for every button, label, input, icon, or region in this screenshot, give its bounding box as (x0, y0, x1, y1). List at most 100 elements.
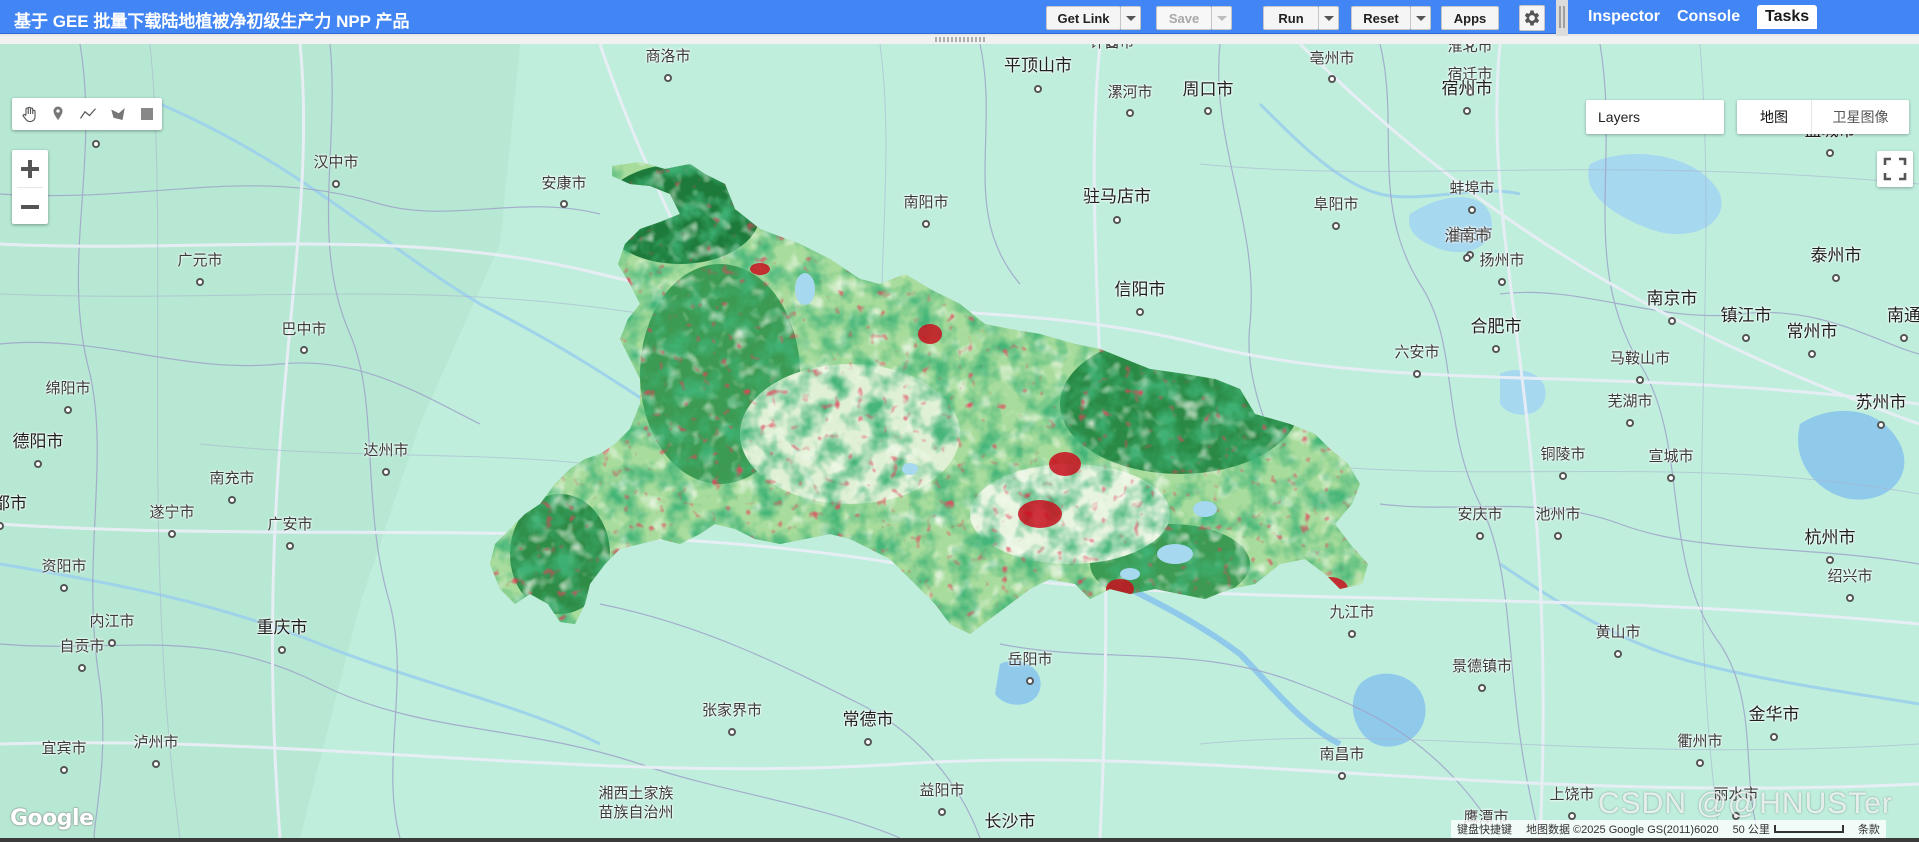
city-marker-icon (1034, 85, 1042, 93)
run-dropdown[interactable] (1319, 6, 1339, 30)
scale-bar (1773, 825, 1844, 833)
city-marker-icon (108, 639, 116, 647)
map-type-satellite[interactable]: 卫星图像 (1811, 100, 1909, 134)
city-marker-icon (1808, 350, 1816, 358)
line-tool[interactable] (73, 99, 103, 129)
polyline-icon (79, 108, 96, 119)
keyboard-shortcuts-link[interactable]: 键盘快捷键 (1457, 821, 1512, 837)
city-marker-icon (1832, 274, 1840, 282)
city-label: 绵阳市 (45, 380, 91, 397)
apps-button[interactable]: Apps (1441, 6, 1499, 30)
plus-icon (21, 159, 39, 178)
city-label: 六安市 (1394, 344, 1440, 361)
scale-control[interactable]: 50 公里 (1733, 821, 1844, 837)
city-label: 汉中市 (313, 154, 359, 171)
city-label: 南京市 (1646, 289, 1698, 308)
reset-button[interactable]: Reset (1351, 6, 1411, 30)
get-link-dropdown[interactable] (1121, 6, 1141, 30)
bottom-bar (0, 838, 1919, 842)
city-label: 安庆市 (1457, 506, 1503, 523)
city-marker-icon (1559, 472, 1567, 480)
city-label: 上饶市 (1549, 786, 1595, 803)
map-canvas[interactable]: 商洛市平顶山市许昌市亳州市淮北市宿迁市漯河市周口市宿州市淮安市盐城市陇南市汉中市… (0, 44, 1919, 838)
city-marker-icon (1478, 684, 1486, 692)
city-label: 阜阳市 (1313, 196, 1359, 213)
script-title: 基于 GEE 批量下载陆地植被净初级生产力 NPP 产品 (14, 12, 410, 31)
chevron-down-icon (1125, 15, 1136, 21)
city-marker-icon (1463, 107, 1471, 115)
city-label: 泰州市 (1810, 246, 1862, 265)
city-marker-icon (1770, 733, 1778, 741)
city-label: 泸州市 (133, 734, 179, 751)
city-label: 铜陵市 (1540, 446, 1586, 463)
city-label: 淮南市 (1444, 228, 1490, 245)
polygon-tool[interactable] (103, 99, 133, 129)
city-label: 绍兴市 (1827, 568, 1873, 585)
pan-tool[interactable] (14, 99, 44, 129)
settings-button[interactable] (1519, 5, 1545, 31)
layers-button[interactable]: Layers (1586, 100, 1724, 134)
city-marker-icon (1413, 370, 1421, 378)
city-marker-icon (1877, 421, 1885, 429)
get-link-button[interactable]: Get Link (1046, 6, 1121, 30)
tab-console[interactable]: Console (1669, 5, 1748, 29)
city-label: 黄山市 (1595, 624, 1641, 641)
city-marker-icon (1204, 107, 1212, 115)
city-marker-icon (196, 278, 204, 286)
city-marker-icon (1328, 75, 1336, 83)
city-label: 平顶山市 (1004, 56, 1072, 75)
tab-inspector[interactable]: Inspector (1580, 5, 1668, 29)
city-label: 都市 (0, 494, 27, 513)
city-label: 广安市 (267, 516, 313, 533)
reset-dropdown[interactable] (1411, 6, 1431, 30)
city-label: 南昌市 (1319, 746, 1365, 763)
city-marker-icon (78, 664, 86, 672)
city-marker-icon (1113, 216, 1121, 224)
city-label: 广元市 (177, 252, 223, 269)
city-label: 巴中市 (281, 321, 327, 338)
city-label: 苏州市 (1855, 393, 1907, 412)
panel-splitter[interactable] (1556, 0, 1568, 36)
city-marker-icon (1554, 532, 1562, 540)
city-marker-icon (1614, 650, 1622, 658)
hand-icon (22, 106, 36, 123)
rectangle-tool[interactable] (132, 99, 162, 129)
city-label: 张家界市 (701, 702, 763, 719)
city-label: 杭州市 (1804, 528, 1856, 547)
splitter-grip-icon[interactable] (935, 37, 985, 42)
save-button[interactable]: Save (1156, 6, 1212, 30)
city-label: 德阳市 (12, 432, 64, 451)
base-map (0, 44, 1919, 838)
city-marker-icon (1667, 474, 1675, 482)
city-label: 自贡市 (59, 638, 105, 655)
city-marker-icon (278, 646, 286, 654)
run-button[interactable]: Run (1263, 6, 1319, 30)
marker-tool[interactable] (44, 99, 74, 129)
terms-link[interactable]: 条款 (1858, 821, 1880, 837)
drawing-tools (12, 98, 162, 130)
city-marker-icon (1668, 317, 1676, 325)
city-label: 遂宁市 (149, 504, 195, 521)
chevron-down-icon (1216, 15, 1227, 21)
city-label: 金华市 (1748, 705, 1800, 724)
save-dropdown[interactable] (1212, 6, 1232, 30)
rectangle-icon (141, 108, 154, 120)
tab-tasks[interactable]: Tasks (1757, 5, 1818, 29)
map-type-map[interactable]: 地图 (1737, 100, 1811, 134)
city-label: 达州市 (363, 442, 409, 459)
city-marker-icon (1492, 345, 1500, 353)
city-label: 景德镇市 (1451, 658, 1513, 675)
city-marker-icon (286, 542, 294, 550)
zoom-in-button[interactable] (12, 150, 48, 187)
city-label: 长沙市 (984, 812, 1036, 831)
zoom-out-button[interactable] (12, 188, 48, 225)
city-marker-icon (300, 346, 308, 354)
city-label: 重庆市 (256, 618, 308, 637)
city-marker-icon (60, 584, 68, 592)
city-marker-icon (728, 728, 736, 736)
city-label: 马鞍山市 (1609, 350, 1671, 367)
map-attribution: 键盘快捷键 地图数据 ©2025 Google GS(2011)6020 50 … (1451, 820, 1886, 838)
map-data-text: 地图数据 ©2025 Google GS(2011)6020 (1526, 824, 1719, 836)
city-marker-icon (1463, 254, 1471, 262)
fullscreen-button[interactable] (1877, 151, 1913, 187)
